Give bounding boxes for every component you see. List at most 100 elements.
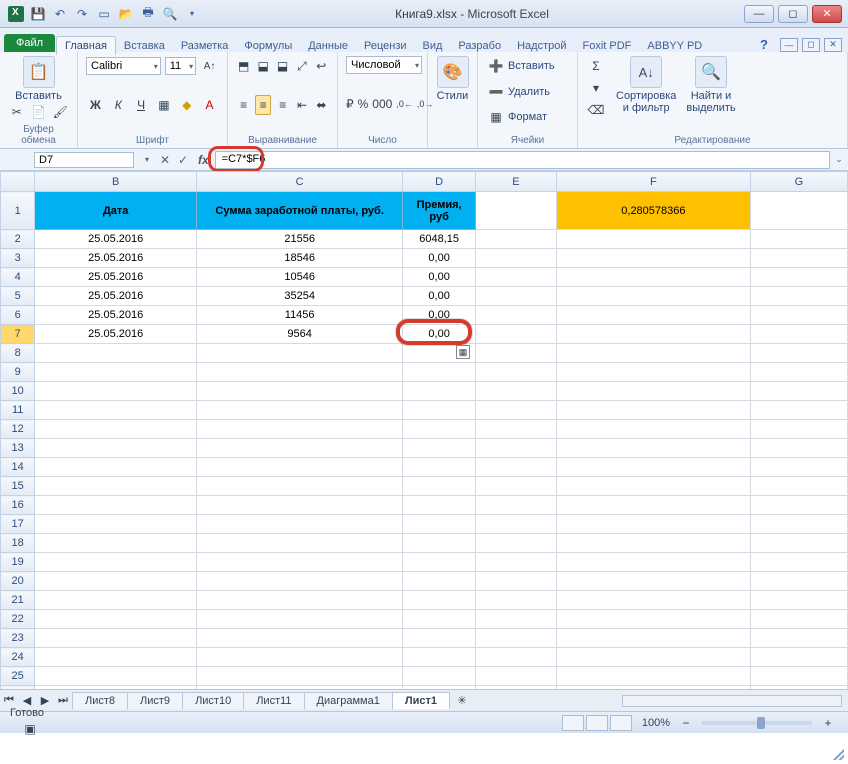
cell-D4[interactable]: 0,00 [403,268,476,287]
cell-D5[interactable]: 0,00 [403,287,476,306]
cell-G11[interactable] [750,401,847,420]
cell-F21[interactable] [556,591,750,610]
cell-F16[interactable] [556,496,750,515]
cell-E23[interactable] [476,629,557,648]
row-header-18[interactable]: 18 [1,534,35,553]
cell-C13[interactable] [197,439,403,458]
cell-D24[interactable] [403,648,476,667]
cell-B22[interactable] [35,610,197,629]
cell-C1[interactable]: Сумма заработной платы, руб. [197,192,403,230]
cell-B26[interactable] [35,686,197,690]
cell-C22[interactable] [197,610,403,629]
align-center-icon[interactable]: ≡ [255,95,271,115]
cell-C26[interactable] [197,686,403,690]
row-header-8[interactable]: 8 [1,344,35,363]
cell-F20[interactable] [556,572,750,591]
cell-E17[interactable] [476,515,557,534]
row-header-15[interactable]: 15 [1,477,35,496]
clear-icon[interactable]: ⌫ [586,100,606,120]
cell-G5[interactable] [750,287,847,306]
cell-C16[interactable] [197,496,403,515]
cell-F15[interactable] [556,477,750,496]
worksheet-grid[interactable]: BCDEFG1ДатаСумма заработной платы, руб.П… [0,171,848,689]
cell-C15[interactable] [197,477,403,496]
cell-E1[interactable] [476,192,557,230]
sheet-tab-Лист8[interactable]: Лист8 [72,692,128,709]
comma-icon[interactable]: 000 [372,94,392,114]
cell-C2[interactable]: 21556 [197,230,403,249]
cell-F7[interactable] [556,325,750,344]
cell-G20[interactable] [750,572,847,591]
font-family-dropdown[interactable]: Calibri [86,57,161,75]
cell-F6[interactable] [556,306,750,325]
cell-F11[interactable] [556,401,750,420]
page-break-view-icon[interactable] [610,715,632,731]
insert-label[interactable]: Вставить [508,60,555,72]
zoom-slider[interactable] [702,721,812,725]
format-painter-icon[interactable]: 🖌 [51,102,69,122]
cell-G7[interactable] [750,325,847,344]
cell-B18[interactable] [35,534,197,553]
cell-B1[interactable]: Дата [35,192,197,230]
cell-B10[interactable] [35,382,197,401]
cell-D9[interactable] [403,363,476,382]
cell-G24[interactable] [750,648,847,667]
cell-F25[interactable] [556,667,750,686]
cell-G19[interactable] [750,553,847,572]
col-header-E[interactable]: E [476,172,557,192]
next-sheet-icon[interactable]: ▶ [36,694,54,707]
row-header-13[interactable]: 13 [1,439,35,458]
autofill-options-icon[interactable] [456,345,470,359]
first-sheet-icon[interactable]: ⏮ [0,694,18,707]
cell-C25[interactable] [197,667,403,686]
cell-D13[interactable] [403,439,476,458]
cell-D22[interactable] [403,610,476,629]
wrap-text-icon[interactable]: ↩ [314,56,329,76]
cell-G16[interactable] [750,496,847,515]
cell-E18[interactable] [476,534,557,553]
cell-B4[interactable]: 25.05.2016 [35,268,197,287]
file-tab[interactable]: Файл [4,34,55,52]
sort-filter-button[interactable]: A↓ Сортировка и фильтр [616,56,676,114]
cell-C23[interactable] [197,629,403,648]
formula-input[interactable]: =C7*$F6 [215,151,830,169]
percent-icon[interactable]: % [358,94,369,114]
currency-icon[interactable]: ₽ [346,94,354,114]
row-header-1[interactable]: 1 [1,192,35,230]
cell-E15[interactable] [476,477,557,496]
inc-decimal-icon[interactable]: ,0← [396,94,413,114]
row-header-21[interactable]: 21 [1,591,35,610]
cell-C6[interactable]: 11456 [197,306,403,325]
mdi-minimize[interactable]: — [780,38,798,52]
cell-D15[interactable] [403,477,476,496]
col-header-C[interactable]: C [197,172,403,192]
cell-G12[interactable] [750,420,847,439]
align-bottom-icon[interactable]: ⬓ [275,56,290,76]
cell-D17[interactable] [403,515,476,534]
cell-G8[interactable] [750,344,847,363]
page-layout-view-icon[interactable] [586,715,608,731]
sheet-tab-Лист11[interactable]: Лист11 [243,692,304,709]
underline-button[interactable]: Ч [132,95,151,115]
cell-C18[interactable] [197,534,403,553]
cell-E21[interactable] [476,591,557,610]
cell-F17[interactable] [556,515,750,534]
cell-B19[interactable] [35,553,197,572]
cell-E16[interactable] [476,496,557,515]
row-header-17[interactable]: 17 [1,515,35,534]
align-right-icon[interactable]: ≡ [275,95,290,115]
cell-D16[interactable] [403,496,476,515]
cell-C4[interactable]: 10546 [197,268,403,287]
redo-icon[interactable]: ↷ [74,6,90,22]
cell-F2[interactable] [556,230,750,249]
cell-B12[interactable] [35,420,197,439]
cell-F24[interactable] [556,648,750,667]
cell-E9[interactable] [476,363,557,382]
indent-dec-icon[interactable]: ⇤ [294,95,309,115]
cell-G3[interactable] [750,249,847,268]
sheet-tab-Лист10[interactable]: Лист10 [182,692,244,709]
cell-B2[interactable]: 25.05.2016 [35,230,197,249]
cell-E3[interactable] [476,249,557,268]
cell-D7[interactable]: 0,00 [403,325,476,344]
cell-G15[interactable] [750,477,847,496]
